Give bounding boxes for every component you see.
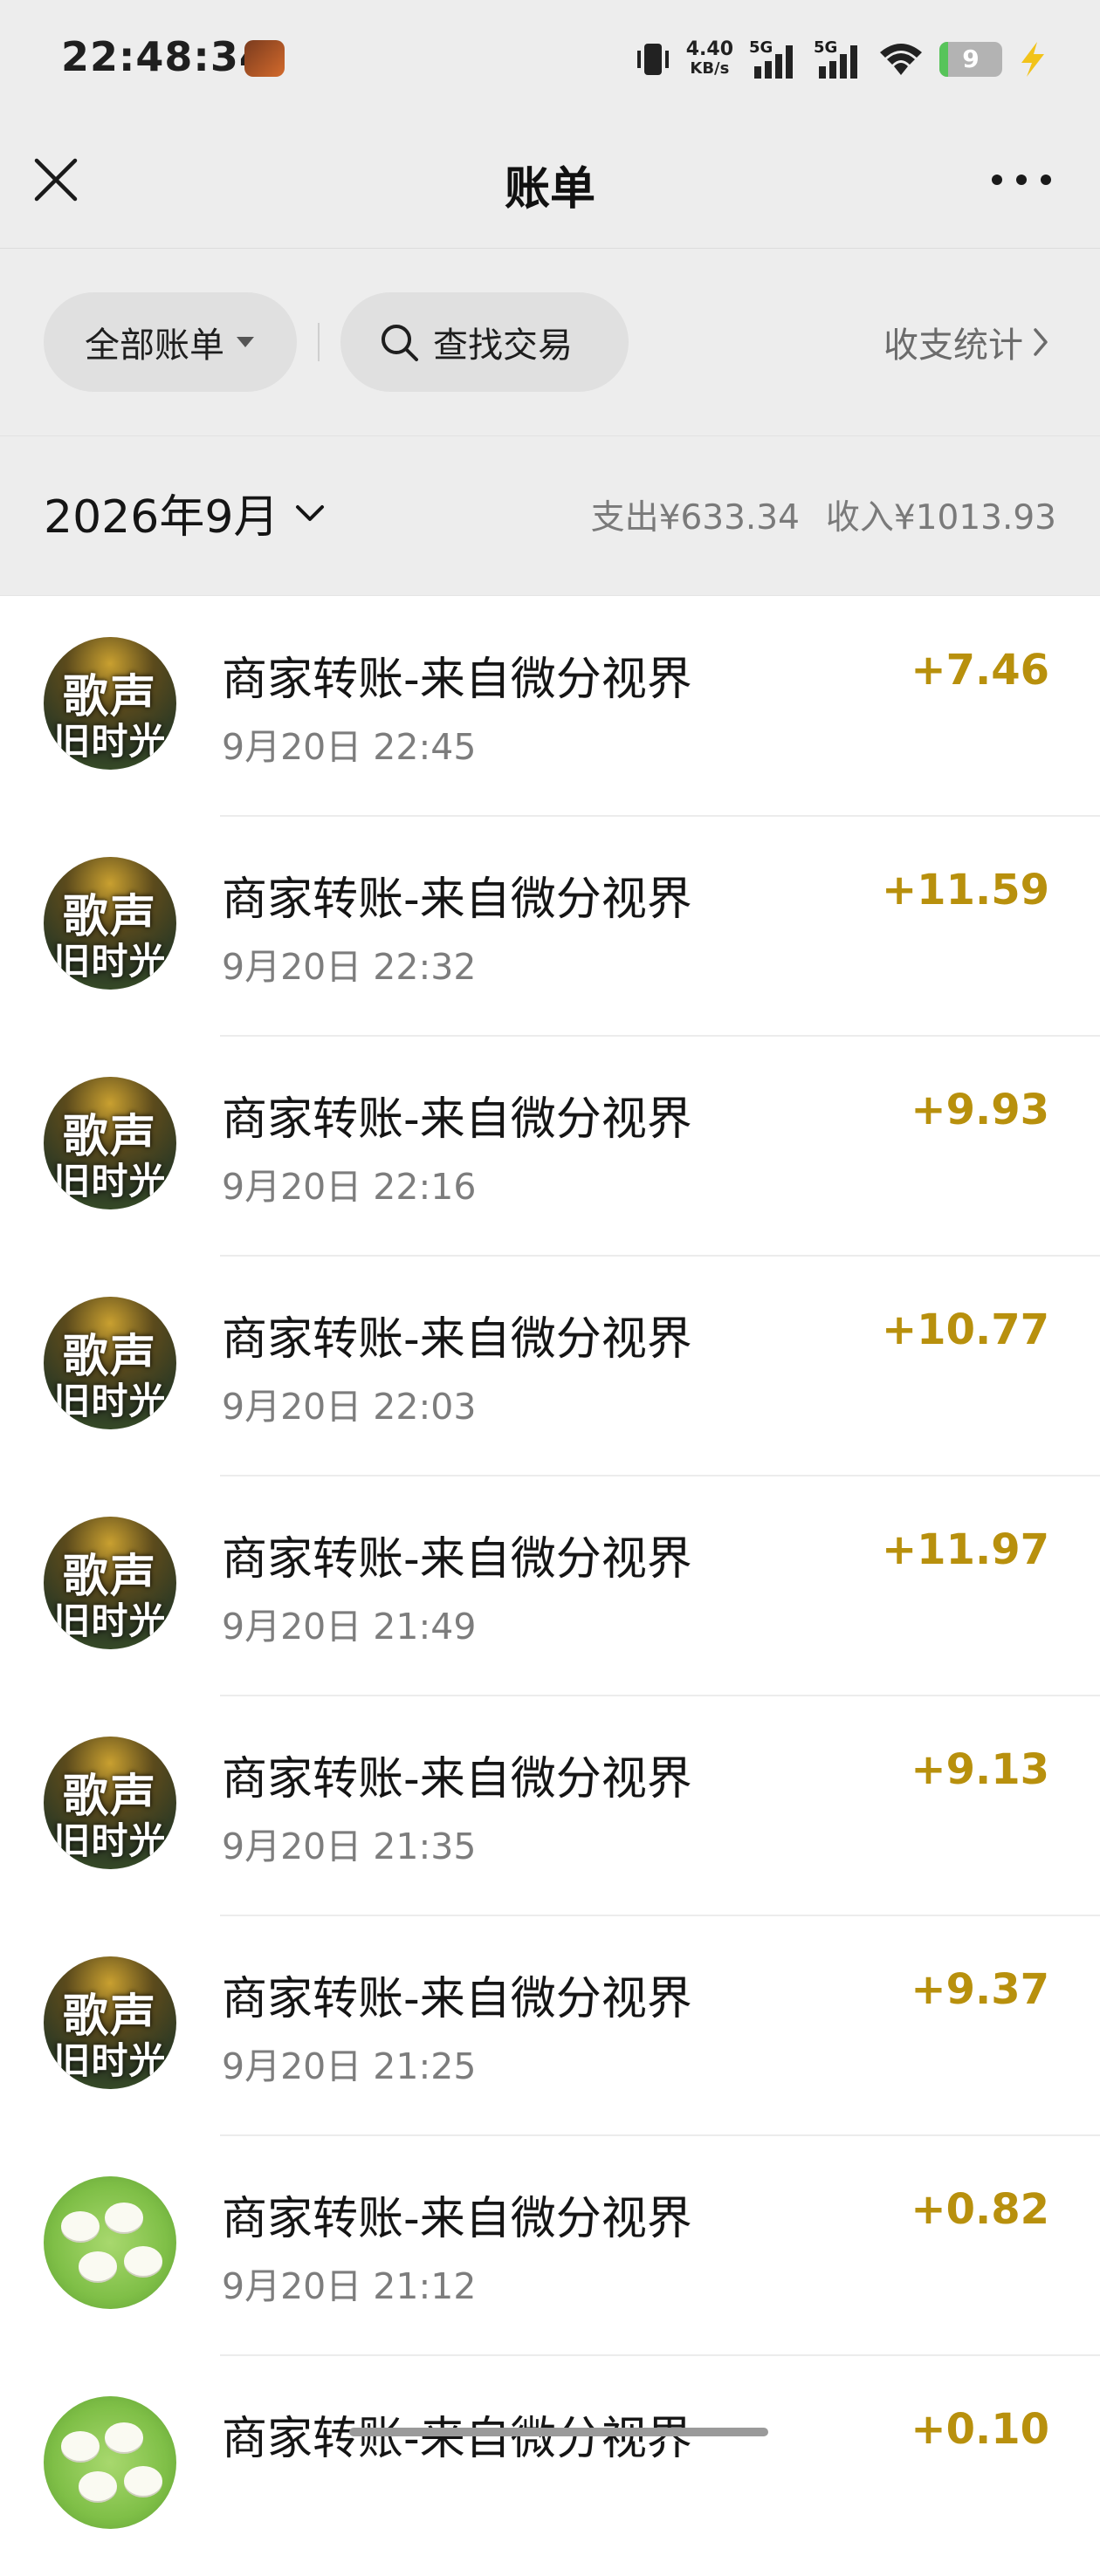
app-header: 账单 [0, 122, 1100, 249]
transaction-title: 商家转账-来自微分视界 [222, 874, 692, 926]
transaction-row[interactable]: 歌声 旧时光 商家转账-来自微分视界 9月20日 21:35 +9.13 [0, 1696, 1100, 1916]
all-bills-label: 全部账单 [85, 325, 224, 366]
transaction-row[interactable]: 歌声 旧时光 商家转账-来自微分视界 9月20日 21:25 +9.37 [0, 1916, 1100, 2136]
divider [318, 323, 320, 361]
transaction-time: 9月20日 22:16 [222, 1166, 477, 1208]
transaction-amount: +9.93 [911, 1086, 1049, 1134]
income-total: 收入¥1013.93 [825, 498, 1056, 538]
status-bar: 22:48:34 4.40 KB/s 5G 5G 9 [0, 0, 1100, 122]
signal-icon-sim1: 5G [749, 38, 798, 80]
transaction-amount: +7.46 [911, 646, 1049, 695]
transaction-time: 9月20日 22:03 [222, 1386, 477, 1428]
transaction-row[interactable]: 商家转账-来自微分视界 +0.10 [0, 2356, 1100, 2576]
merchant-avatar: 歌声 旧时光 [44, 1297, 176, 1429]
chevron-down-icon [296, 504, 325, 521]
transaction-amount: +11.97 [881, 1525, 1049, 1574]
transaction-title: 商家转账-来自微分视界 [222, 1973, 692, 2025]
transaction-title: 商家转账-来自微分视界 [222, 1313, 692, 1366]
stats-label: 收支统计 [883, 325, 1023, 366]
transaction-row[interactable]: 歌声 旧时光 商家转账-来自微分视界 9月20日 22:16 +9.93 [0, 1037, 1100, 1257]
transaction-amount: +10.77 [881, 1305, 1049, 1354]
all-bills-filter-button[interactable]: 全部账单 [44, 292, 297, 392]
network-speed: 4.40 KB/s [685, 38, 733, 79]
transaction-row[interactable]: 歌声 旧时光 商家转账-来自微分视界 9月20日 22:45 +7.46 [0, 597, 1100, 817]
merchant-avatar: 歌声 旧时光 [44, 857, 176, 990]
chevron-right-icon [1034, 328, 1048, 356]
wifi-icon [880, 44, 922, 75]
transaction-title: 商家转账-来自微分视界 [222, 1533, 692, 1586]
transaction-time: 9月20日 21:12 [222, 2265, 477, 2307]
caret-down-icon [237, 337, 254, 347]
search-label: 查找交易 [433, 325, 573, 366]
transaction-amount: +9.13 [911, 1745, 1049, 1794]
search-transactions-button[interactable]: 查找交易 [340, 292, 629, 392]
transaction-time: 9月20日 21:35 [222, 1826, 477, 1867]
page-title: 账单 [504, 163, 595, 216]
app-notification-icon [244, 40, 285, 77]
expense-total: 支出¥633.34 [590, 498, 800, 538]
transaction-amount: +9.37 [911, 1965, 1049, 2014]
merchant-avatar-sheep [44, 2176, 176, 2309]
status-icons: 4.40 KB/s 5G 5G 9 [636, 31, 1048, 87]
transaction-row[interactable]: 歌声 旧时光 商家转账-来自微分视界 9月20日 21:49 +11.97 [0, 1476, 1100, 1696]
merchant-avatar: 歌声 旧时光 [44, 1737, 176, 1869]
home-indicator[interactable] [349, 2428, 768, 2436]
month-selector[interactable]: 2026年9月 [44, 480, 326, 545]
transaction-time: 9月20日 21:49 [222, 1606, 477, 1648]
transaction-time: 9月20日 22:45 [222, 726, 477, 768]
more-options-icon[interactable] [987, 162, 1056, 197]
transaction-amount: +11.59 [881, 866, 1049, 915]
transaction-row[interactable]: 歌声 旧时光 商家转账-来自微分视界 9月20日 22:32 +11.59 [0, 817, 1100, 1037]
transaction-list: 歌声 旧时光 商家转账-来自微分视界 9月20日 22:45 +7.46 歌声 旧时… [0, 597, 1100, 2576]
transaction-time: 9月20日 21:25 [222, 2045, 477, 2087]
transaction-amount: +0.82 [911, 2185, 1049, 2234]
merchant-avatar: 歌声 旧时光 [44, 1956, 176, 2089]
month-totals: 支出¥633.34 收入¥1013.93 [591, 490, 1056, 539]
transaction-amount: +0.10 [911, 2405, 1049, 2454]
filter-bar: 全部账单 查找交易 收支统计 [0, 249, 1100, 437]
transaction-title: 商家转账-来自微分视界 [222, 1093, 692, 1146]
merchant-avatar-sheep [44, 2396, 176, 2529]
transaction-row[interactable]: 商家转账-来自微分视界 9月20日 21:12 +0.82 [0, 2136, 1100, 2356]
transaction-title: 商家转账-来自微分视界 [222, 1753, 692, 1805]
transaction-title: 商家转账-来自微分视界 [222, 2193, 692, 2245]
month-label: 2026年9月 [44, 491, 279, 544]
signal-icon-sim2: 5G [814, 38, 863, 80]
charging-bolt-icon [1021, 42, 1044, 77]
search-icon [382, 325, 418, 361]
transaction-time: 9月20日 22:32 [222, 946, 477, 988]
status-time: 22:48:34 [61, 33, 268, 80]
transaction-title: 商家转账-来自微分视界 [222, 654, 692, 706]
vibrate-icon [636, 44, 669, 75]
merchant-avatar: 歌声 旧时光 [44, 1517, 176, 1649]
month-summary-bar: 2026年9月 支出¥633.34 收入¥1013.93 [0, 436, 1100, 596]
merchant-avatar: 歌声 旧时光 [44, 637, 176, 770]
battery-icon: 9 [939, 42, 1002, 77]
transaction-row[interactable]: 歌声 旧时光 商家转账-来自微分视界 9月20日 22:03 +10.77 [0, 1257, 1100, 1476]
merchant-avatar: 歌声 旧时光 [44, 1077, 176, 1209]
income-expense-stats-link[interactable]: 收支统计 [883, 317, 1049, 367]
